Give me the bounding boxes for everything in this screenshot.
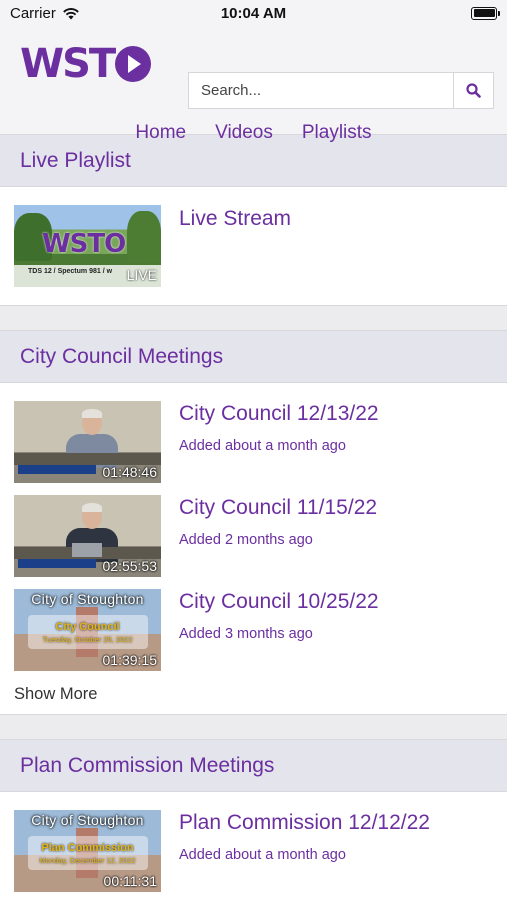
video-thumbnail[interactable]: City of Stoughton Plan Commission Monday… — [14, 810, 161, 892]
search-button[interactable] — [453, 73, 493, 108]
thumbnail-city: City of Stoughton — [31, 591, 144, 607]
video-duration: 01:48:46 — [102, 464, 158, 480]
video-thumbnail[interactable]: WSTO TDS 12 / Spectum 981 / w LIVE — [14, 205, 161, 287]
search-icon — [466, 83, 481, 98]
search-input[interactable] — [189, 73, 453, 108]
video-title[interactable]: Live Stream — [179, 208, 291, 229]
video-title[interactable]: City Council 11/15/22 — [179, 497, 377, 518]
nav-videos[interactable]: Videos — [215, 122, 273, 152]
video-title[interactable]: Plan Commission 12/12/22 — [179, 812, 430, 833]
video-duration: 02:55:53 — [102, 558, 158, 574]
video-thumbnail[interactable]: City of Stoughton City Council Tuesday, … — [14, 589, 161, 671]
video-thumbnail[interactable]: 01:48:46 — [14, 401, 161, 483]
thumbnail-caption: TDS 12 / Spectum 981 / w — [28, 268, 113, 275]
video-duration: 00:11:31 — [103, 873, 157, 889]
status-bar: Carrier 10:04 AM — [0, 0, 507, 26]
video-item[interactable]: City of Stoughton City Council Tuesday, … — [0, 589, 507, 683]
app-header: WST Home Videos Playlists — [0, 26, 507, 143]
show-more-link[interactable]: Show More — [0, 683, 507, 717]
thumbnail-meeting: City Council — [55, 621, 120, 633]
section-title: Live Playlist — [20, 148, 131, 172]
video-title[interactable]: City Council 10/25/22 — [179, 591, 379, 612]
video-item[interactable]: City of Stoughton Plan Commission Monday… — [0, 810, 507, 900]
video-thumbnail[interactable]: 02:55:53 — [14, 495, 161, 577]
thumbnail-date: Monday, December 12, 2022 — [39, 856, 136, 865]
logo-play-icon — [115, 46, 152, 82]
video-title[interactable]: City Council 12/13/22 — [179, 403, 379, 424]
thumbnail-date: Tuesday, October 25, 2022 — [42, 635, 133, 644]
video-added-date: Added about a month ago — [179, 847, 346, 863]
wsto-logo[interactable]: WST — [20, 41, 152, 87]
video-item[interactable]: 01:48:46 City Council 12/13/22 Added abo… — [0, 401, 507, 495]
video-item[interactable]: 02:55:53 City Council 11/15/22 Added 2 m… — [0, 495, 507, 589]
video-added-date: Added 3 months ago — [179, 626, 313, 642]
section-title: City Council Meetings — [20, 344, 224, 368]
nav-playlists[interactable]: Playlists — [302, 122, 372, 152]
city-council-section: City Council Meetings 01:48:46 City Coun… — [0, 330, 507, 715]
plan-commission-section: Plan Commission Meetings City of Stought… — [0, 739, 507, 900]
video-item[interactable]: WSTO TDS 12 / Spectum 981 / w LIVE Live … — [0, 205, 507, 299]
thumbnail-city: City of Stoughton — [31, 812, 144, 828]
main-nav: Home Videos Playlists — [0, 122, 507, 152]
section-header[interactable]: City Council Meetings — [0, 331, 507, 383]
carrier-label: Carrier — [10, 4, 56, 22]
nav-home[interactable]: Home — [135, 122, 186, 152]
wifi-icon — [63, 7, 79, 19]
section-title: Plan Commission Meetings — [20, 753, 275, 777]
thumbnail-logo: WSTO — [42, 229, 126, 259]
section-header[interactable]: Plan Commission Meetings — [0, 740, 507, 792]
live-playlist-section: Live Playlist WSTO TDS 12 / Spectum 981 … — [0, 134, 507, 306]
video-added-date: Added about a month ago — [179, 438, 346, 454]
logo-text: WST — [20, 41, 116, 87]
search-box — [188, 72, 494, 109]
battery-icon — [471, 6, 500, 20]
live-badge: LIVE — [126, 267, 157, 283]
thumbnail-meeting: Plan Commission — [41, 842, 134, 854]
video-duration: 01:39:15 — [102, 652, 158, 668]
video-added-date: Added 2 months ago — [179, 532, 313, 548]
